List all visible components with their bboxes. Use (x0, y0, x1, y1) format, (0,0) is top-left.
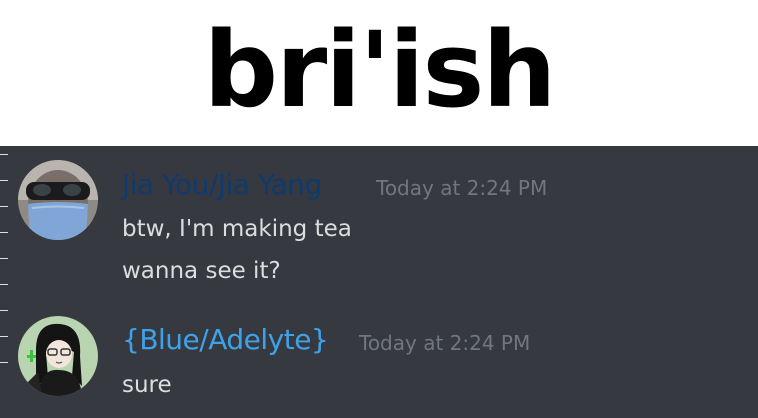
edge-tick (0, 180, 8, 181)
message-text: btw, I'm making tea (122, 216, 352, 242)
edge-tick (0, 206, 8, 207)
chat-panel: Jia You/Jia Yang Today at 2:24 PM btw, I… (0, 146, 758, 418)
message-text: wanna see it? (122, 258, 281, 284)
anime-girl-avatar-icon[interactable] (18, 316, 98, 396)
edge-tick (0, 154, 8, 155)
edge-tick (0, 336, 8, 337)
message-text: sure (122, 372, 172, 398)
message-username[interactable]: {Blue/Adelyte} (122, 323, 329, 357)
message-timestamp: Today at 2:24 PM (376, 176, 548, 200)
edge-tick (0, 310, 8, 311)
message-username[interactable]: Jia You/Jia Yang (122, 168, 322, 202)
edge-tick (0, 284, 8, 285)
masked-man-avatar-icon[interactable] (18, 160, 98, 240)
edge-tick (0, 258, 8, 259)
edge-tick (0, 232, 8, 233)
message-timestamp: Today at 2:24 PM (359, 331, 531, 355)
caption-text: bri'ish (203, 9, 557, 131)
edge-tick (0, 362, 8, 363)
meme-caption: bri'ish (0, 0, 758, 146)
